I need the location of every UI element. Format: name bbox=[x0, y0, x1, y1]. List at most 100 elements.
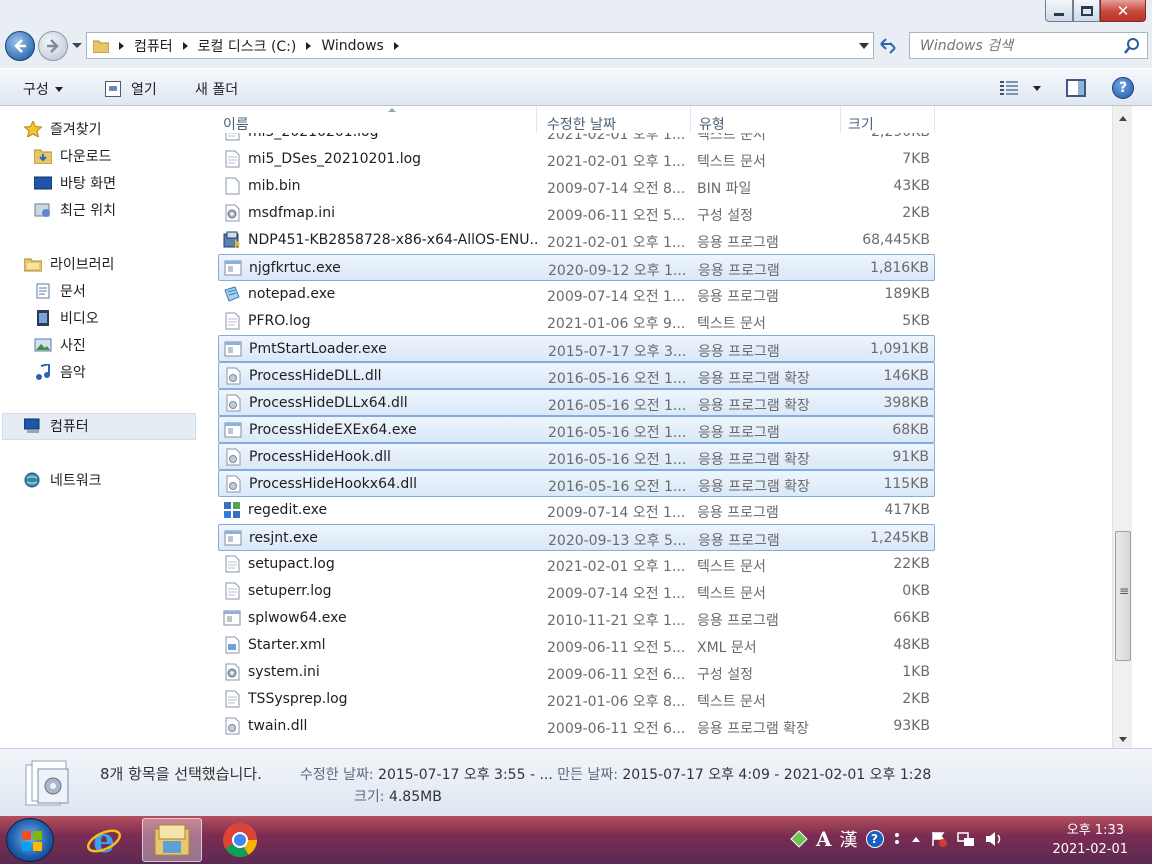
open-label: 열기 bbox=[131, 82, 157, 98]
back-button[interactable] bbox=[5, 31, 35, 61]
scroll-up-icon[interactable] bbox=[1119, 116, 1127, 121]
help-button[interactable]: ? bbox=[1112, 77, 1134, 99]
clock[interactable]: 오후 1:33 2021-02-01 bbox=[1052, 821, 1128, 859]
file-row[interactable]: ProcessHideHook.dll 2016-05-16 오전 1... 응용 … bbox=[218, 443, 935, 470]
recent-pages-dropdown[interactable] bbox=[72, 43, 82, 48]
nav-recent[interactable]: 최근 위치 bbox=[34, 199, 116, 221]
column-size-header[interactable]: 크기 bbox=[848, 114, 874, 134]
column-divider[interactable] bbox=[536, 106, 537, 133]
language-bar-icon[interactable] bbox=[790, 830, 808, 848]
column-type-header[interactable]: 유형 bbox=[699, 114, 725, 134]
taskbar-internet-explorer[interactable]: e bbox=[74, 818, 134, 862]
column-divider[interactable] bbox=[934, 106, 935, 133]
view-dropdown-icon[interactable] bbox=[1033, 86, 1041, 91]
search-box[interactable] bbox=[909, 32, 1148, 59]
start-button[interactable] bbox=[6, 818, 54, 862]
show-hidden-icons-icon[interactable] bbox=[910, 833, 922, 845]
file-row[interactable]: mi5_20210201.log 2021-02-01 오후 1... 텍스트 문서… bbox=[218, 133, 935, 146]
breadcrumb-separator[interactable] bbox=[393, 41, 399, 50]
scrollbar-thumb[interactable] bbox=[1115, 531, 1131, 661]
nav-music[interactable]: 음악 bbox=[34, 361, 86, 383]
network-status-icon[interactable] bbox=[956, 830, 976, 848]
svg-text:e: e bbox=[93, 821, 115, 859]
nav-documents[interactable]: 문서 bbox=[34, 280, 86, 302]
file-size: 66KB bbox=[893, 610, 930, 626]
internet-explorer-icon: e bbox=[86, 821, 122, 859]
file-row[interactable]: twain.dll 2009-06-11 오전 6... 응용 프로그램 확장 93K… bbox=[218, 713, 935, 740]
nav-desktop[interactable]: 바탕 화면 bbox=[34, 172, 116, 194]
column-name-header[interactable]: 이름 bbox=[223, 114, 249, 134]
ime-mode-indicator[interactable]: A bbox=[816, 827, 832, 851]
breadcrumb-computer[interactable]: 컴퓨터 bbox=[134, 36, 173, 56]
taskbar-file-explorer[interactable] bbox=[142, 818, 202, 862]
address-bar[interactable]: 컴퓨터 로컬 디스크 (C:) Windows bbox=[86, 32, 874, 59]
column-date-header[interactable]: 수정한 날짜 bbox=[547, 114, 616, 134]
file-row[interactable]: mi5_DSes_20210201.log 2021-02-01 오후 1... 텍… bbox=[218, 146, 935, 173]
file-row[interactable]: setupact.log 2021-02-01 오후 1... 텍스트 문서 22KB bbox=[218, 551, 935, 578]
exe-icon bbox=[223, 609, 241, 627]
new-folder-button[interactable]: 새 폴더 bbox=[195, 79, 238, 99]
action-center-flag-icon[interactable] bbox=[930, 830, 948, 848]
file-name: ProcessHideHook.dll bbox=[249, 449, 391, 465]
address-history-dropdown[interactable] bbox=[859, 43, 869, 49]
refresh-button[interactable] bbox=[878, 36, 898, 56]
nav-computer[interactable]: 컴퓨터 bbox=[24, 415, 89, 437]
file-date: 2009-06-11 오전 5... bbox=[547, 208, 686, 224]
breadcrumb-separator[interactable] bbox=[119, 41, 124, 50]
file-row[interactable]: NDP451-KB2858728-x86-x64-AllOS-ENU... 202… bbox=[218, 227, 935, 254]
minimize-button[interactable] bbox=[1045, 0, 1073, 22]
search-icon[interactable] bbox=[1123, 37, 1141, 55]
file-row[interactable]: regedit.exe 2009-07-14 오전 1... 응용 프로그램 417K… bbox=[218, 497, 935, 524]
file-date: 2016-05-16 오전 1... bbox=[548, 479, 687, 495]
file-row[interactable]: ProcessHideDLLx64.dll 2016-05-16 오전 1... 응… bbox=[218, 389, 935, 416]
maximize-icon bbox=[1080, 5, 1093, 16]
nav-music-label: 음악 bbox=[60, 365, 86, 381]
nav-favorites[interactable]: 즐겨찾기 bbox=[24, 118, 102, 140]
hanja-indicator[interactable]: 漢 bbox=[840, 826, 858, 852]
file-row[interactable]: notepad.exe 2009-07-14 오전 1... 응용 프로그램 189K… bbox=[218, 281, 935, 308]
nav-libraries[interactable]: 라이브러리 bbox=[24, 253, 114, 275]
scroll-down-icon[interactable] bbox=[1119, 737, 1127, 742]
ime-help-icon[interactable]: ? bbox=[865, 830, 884, 848]
file-row[interactable]: splwow64.exe 2010-11-21 오후 1... 응용 프로그램 66K… bbox=[218, 605, 935, 632]
breadcrumb-separator[interactable] bbox=[182, 41, 188, 50]
nav-downloads[interactable]: 다운로드 bbox=[34, 145, 112, 167]
preview-pane-button[interactable] bbox=[1066, 79, 1086, 97]
file-row[interactable]: PmtStartLoader.exe 2015-07-17 오후 3... 응용 프… bbox=[218, 335, 935, 362]
file-row[interactable]: mib.bin 2009-07-14 오전 8... BIN 파일 43KB bbox=[218, 173, 935, 200]
volume-icon[interactable] bbox=[984, 830, 1004, 848]
vertical-scrollbar[interactable] bbox=[1112, 106, 1132, 748]
nav-network[interactable]: 네트워크 bbox=[24, 469, 102, 491]
file-row[interactable]: ProcessHideHookx64.dll 2016-05-16 오전 1...… bbox=[218, 470, 935, 497]
file-row[interactable]: ProcessHideEXEx64.exe 2016-05-16 오전 1... 응… bbox=[218, 416, 935, 443]
nav-videos[interactable]: 비디오 bbox=[34, 307, 99, 329]
file-row[interactable]: TSSysprep.log 2021-01-06 오후 8... 텍스트 문서 2KB bbox=[218, 686, 935, 713]
taskbar-chrome[interactable] bbox=[210, 818, 270, 862]
xml-file-icon bbox=[223, 636, 241, 654]
breadcrumb-local-disk[interactable]: 로컬 디스크 (C:) bbox=[198, 36, 297, 56]
ime-options-icon[interactable] bbox=[892, 831, 902, 847]
file-row[interactable]: ProcessHideDLL.dll 2016-05-16 오전 1... 응용 프… bbox=[218, 362, 935, 389]
breadcrumb-separator[interactable] bbox=[306, 41, 312, 50]
file-date: 2020-09-13 오후 5... bbox=[548, 533, 687, 549]
file-row[interactable]: njgfkrtuc.exe 2020-09-12 오후 1... 응용 프로그램 1,… bbox=[218, 254, 935, 281]
file-row[interactable]: PFRO.log 2021-01-06 오후 9... 텍스트 문서 5KB bbox=[218, 308, 935, 335]
nav-pictures[interactable]: 사진 bbox=[34, 334, 86, 356]
file-type: 응용 프로그램 확장 bbox=[698, 371, 810, 387]
view-options-icon[interactable] bbox=[1000, 81, 1018, 95]
open-button[interactable]: 열기 bbox=[105, 79, 157, 99]
file-row[interactable]: setuperr.log 2009-07-14 오전 1... 텍스트 문서 0KB bbox=[218, 578, 935, 605]
file-row[interactable]: Starter.xml 2009-06-11 오전 5... XML 문서 48KB bbox=[218, 632, 935, 659]
organize-button[interactable]: 구성 bbox=[23, 79, 63, 99]
maximize-button[interactable] bbox=[1073, 0, 1100, 22]
file-row[interactable]: msdfmap.ini 2009-06-11 오전 5... 구성 설정 2KB bbox=[218, 200, 935, 227]
search-input[interactable] bbox=[920, 37, 1120, 54]
column-divider[interactable] bbox=[840, 106, 841, 133]
file-size: 0KB bbox=[902, 583, 930, 599]
close-button[interactable]: ✕ bbox=[1100, 0, 1146, 22]
column-divider[interactable] bbox=[690, 106, 691, 133]
file-row[interactable]: system.ini 2009-06-11 오전 6... 구성 설정 1KB bbox=[218, 659, 935, 686]
forward-button[interactable] bbox=[38, 31, 68, 61]
breadcrumb-windows[interactable]: Windows bbox=[321, 38, 384, 54]
file-row[interactable]: resjnt.exe 2020-09-13 오후 5... 응용 프로그램 1,245… bbox=[218, 524, 935, 551]
